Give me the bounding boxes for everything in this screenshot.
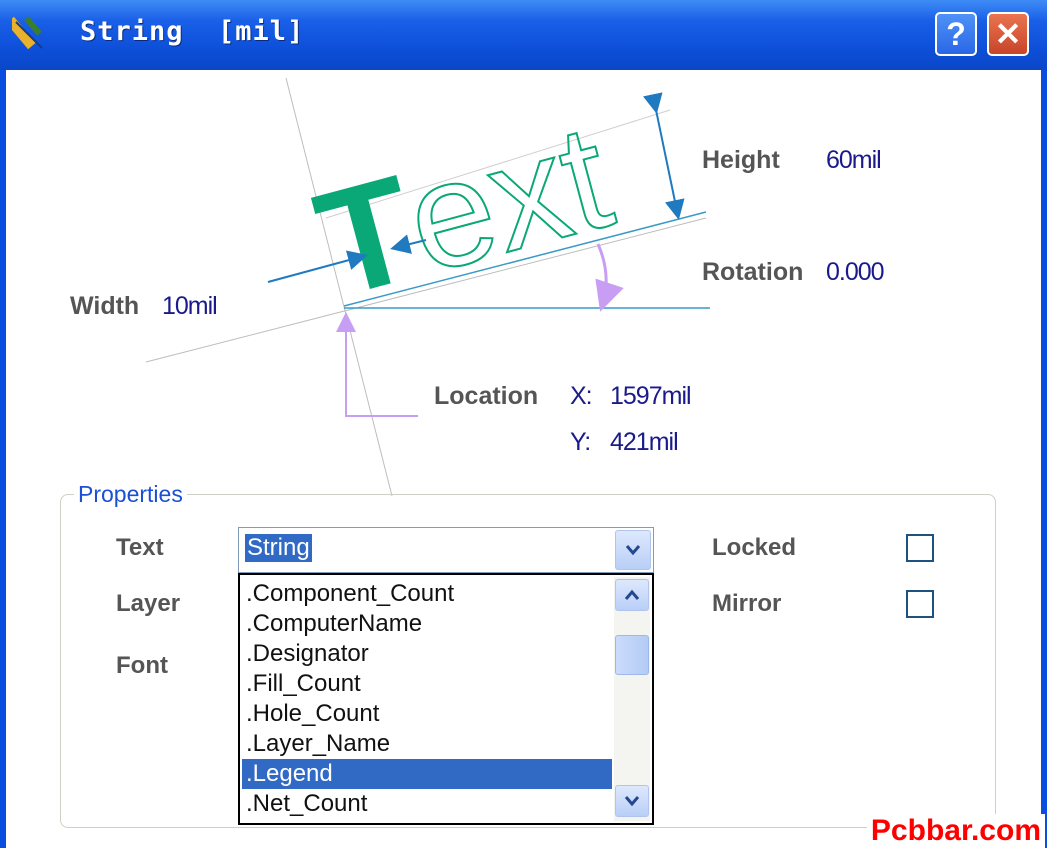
layer-label: Layer [116,590,181,617]
properties-group-title: Properties [74,481,187,508]
combo-dropdown-button[interactable] [615,530,651,570]
list-item[interactable]: .ComputerName [242,609,612,639]
text-dropdown-list[interactable]: .Component_Count .ComputerName .Designat… [238,573,654,825]
sample-text-ext: ext [390,91,627,305]
dialog-window: String [mil] ? ✕ T ext Height 60mil Rota… [0,0,1047,848]
location-y-value: 421mil [610,428,679,456]
rotation-value: 0.000 [826,258,885,286]
location-leader [336,312,418,417]
mirror-checkbox[interactable] [906,590,934,618]
dropdown-scrollbar[interactable] [614,577,650,821]
width-value: 10mil [162,292,218,320]
scroll-up-button[interactable] [615,579,649,611]
text-combobox-value[interactable]: String [245,534,312,562]
window-title: String [mil] [80,16,305,47]
text-label: Text [116,534,164,561]
list-item[interactable]: .Component_Count [242,579,612,609]
location-label: Location [434,382,539,410]
watermark: Pcbbar.com [866,814,1045,848]
location-x-value: 1597mil [610,382,692,410]
sample-text-graphic: T ext [301,90,628,329]
close-icon: ✕ [994,16,1022,52]
location-y-label: Y: [570,428,591,456]
help-button[interactable]: ? [935,12,977,56]
text-combobox[interactable]: String [238,527,654,573]
scroll-thumb[interactable] [615,635,649,675]
list-item[interactable]: .Designator [242,639,612,669]
list-item[interactable]: .Fill_Count [242,669,612,699]
list-item[interactable]: .Net_Count [242,789,612,819]
font-label: Font [116,652,168,679]
locked-checkbox[interactable] [906,534,934,562]
list-item[interactable]: .Layer_Name [242,729,612,759]
ruler-icon [12,16,43,50]
locked-label: Locked [712,534,797,561]
chevron-down-icon [624,796,640,807]
help-icon: ? [946,15,966,52]
list-item-selected[interactable]: .Legend [242,759,612,789]
scroll-down-button[interactable] [615,785,649,817]
list-item[interactable]: .Hole_Count [242,699,612,729]
height-label: Height [702,146,780,174]
rotation-label: Rotation [702,258,804,286]
height-value: 60mil [826,146,882,174]
location-x-label: X: [570,382,593,410]
height-arrow [642,92,685,220]
title-bar[interactable]: String [mil] ? ✕ [0,0,1047,70]
mirror-label: Mirror [712,590,782,617]
close-button[interactable]: ✕ [987,12,1029,56]
chevron-up-icon [624,589,640,600]
chevron-down-icon [625,545,641,556]
width-label: Width [70,292,140,320]
